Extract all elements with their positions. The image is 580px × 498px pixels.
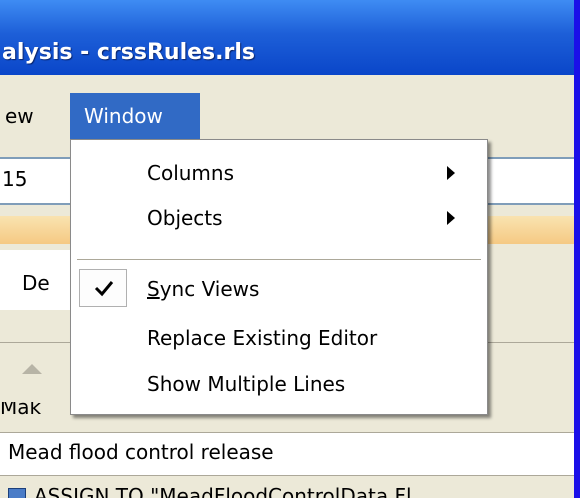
menu-item-label: Objects <box>147 206 223 230</box>
menu-window[interactable]: Window <box>70 93 200 139</box>
mnemonic-letter: S <box>147 277 160 301</box>
tab-label: De <box>22 271 50 295</box>
scroll-up-icon[interactable] <box>22 364 42 374</box>
menu-item-label: Replace Existing Editor <box>147 326 378 350</box>
chevron-right-icon <box>447 166 455 180</box>
menu-item-sync-views[interactable]: Sync Views <box>71 269 487 309</box>
partial-label: Mak <box>0 402 42 416</box>
title-bar[interactable]: alysis - crssRules.rls <box>0 0 574 75</box>
menu-item-columns[interactable]: Columns <box>71 153 487 193</box>
menu-item-label-rest: ync Views <box>159 277 260 301</box>
chevron-right-icon <box>447 211 455 225</box>
menu-item-label: Sync Views <box>147 269 259 309</box>
description-text: Mead flood control release <box>8 440 274 464</box>
code-line: ASSIGN TO "MeadFloodControlData.Fl <box>34 484 412 498</box>
menu-item-replace-existing-editor[interactable]: Replace Existing Editor <box>71 318 487 358</box>
menu-separator <box>77 259 481 260</box>
menu-item-objects[interactable]: Objects <box>71 198 487 238</box>
menu-bar: ew Window <box>0 93 574 139</box>
combo-value: 15 <box>2 167 28 191</box>
statement-icon <box>8 488 26 498</box>
menu-item-label: Show Multiple Lines <box>147 372 346 396</box>
menu-item-label: Columns <box>147 161 235 185</box>
menu-view[interactable]: ew <box>5 93 34 139</box>
menu-item-show-multiple-lines[interactable]: Show Multiple Lines <box>71 364 487 404</box>
window-title: alysis - crssRules.rls <box>2 40 255 65</box>
window-dropdown-menu: Columns Objects Sync Views Replace Exist… <box>70 139 488 415</box>
